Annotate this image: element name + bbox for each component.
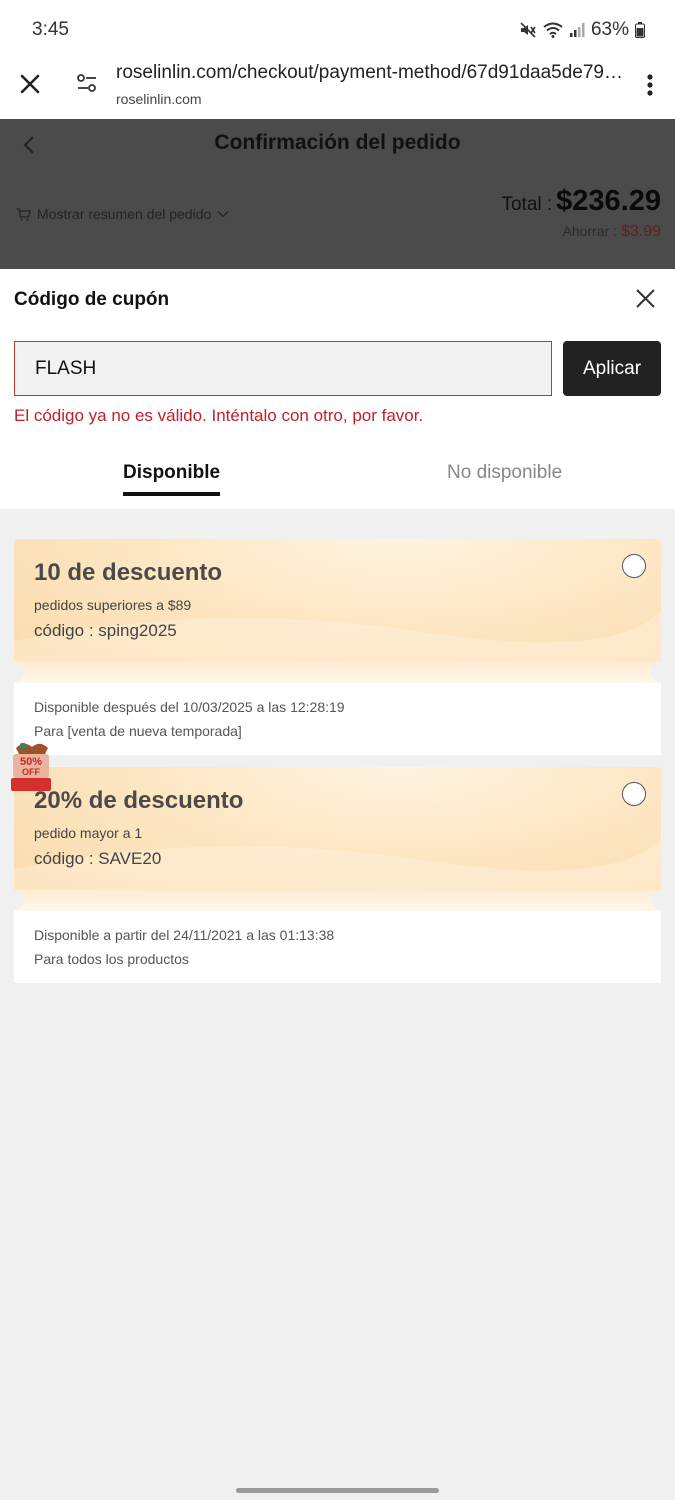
order-summary-label: Mostrar resumen del pedido — [37, 206, 212, 222]
coupon-select-radio[interactable] — [622, 554, 646, 578]
coupon-card-divider — [4, 889, 671, 911]
site-settings-icon[interactable] — [76, 72, 98, 94]
order-total: Total : $236.29 — [501, 185, 661, 218]
coupon-minimum: pedido mayor a 1 — [34, 825, 143, 841]
more-vert-icon[interactable] — [647, 74, 653, 96]
svg-text:OFF: OFF — [22, 767, 40, 777]
coupon-code: código : SAVE20 — [34, 849, 162, 868]
total-value: $236.29 — [556, 185, 661, 217]
tab-available[interactable]: Disponible — [123, 462, 221, 496]
order-savings: Ahorrar : $3.99 — [562, 223, 661, 241]
browser-url-bar: roselinlin.com/checkout/payment-method/6… — [0, 58, 675, 119]
save-label: Ahorrar : — [562, 223, 617, 239]
url-text[interactable]: roselinlin.com/checkout/payment-method/6… — [116, 62, 626, 84]
order-header: Confirmación del pedido Mostrar resumen … — [0, 119, 675, 269]
coupon-code-input[interactable] — [14, 341, 552, 396]
coupon-minimum: pedidos superiores a $89 — [34, 597, 192, 613]
coupon-card[interactable]: 20% de descuento pedido mayor a 1 código… — [4, 767, 671, 983]
coupon-panel-title: Código de cupón — [14, 289, 170, 310]
coupon-scope: Para todos los productos — [34, 951, 189, 967]
battery-percent: 63% — [590, 19, 629, 40]
apply-button[interactable]: Aplicar — [563, 341, 661, 396]
coupon-title: 10 de descuento — [34, 559, 223, 586]
coupon-code: código : sping2025 — [34, 621, 177, 640]
coupon-card-details: Disponible a partir del 24/11/2021 a las… — [14, 911, 661, 983]
close-icon[interactable] — [636, 289, 655, 308]
coupon-card-divider — [4, 661, 671, 683]
coupon-card-header: 10 de descuento pedidos superiores a $89… — [14, 539, 661, 661]
signal-icon — [569, 23, 585, 37]
promo-sale-badge-icon[interactable]: 50% OFF — [10, 740, 52, 792]
coupon-card-details: Disponible después del 10/03/2025 a las … — [14, 683, 661, 755]
close-tab-icon[interactable] — [18, 72, 42, 96]
coupon-title: 20% de descuento — [34, 787, 244, 814]
save-value: $3.99 — [620, 223, 661, 240]
page-title: Confirmación del pedido — [214, 131, 461, 154]
wifi-icon — [543, 22, 563, 38]
coupon-scope: Para [venta de nueva temporada] — [34, 723, 242, 739]
cart-icon — [16, 207, 31, 220]
coupon-error-message: El código ya no es válido. Inténtalo con… — [14, 406, 424, 425]
chevron-down-icon — [217, 211, 229, 218]
url-domain: roselinlin.com — [116, 91, 202, 107]
coupon-panel: Código de cupón Aplicar El código ya no … — [0, 269, 675, 509]
coupon-select-radio[interactable] — [622, 782, 646, 806]
tab-unavailable[interactable]: No disponible — [447, 462, 562, 484]
status-time: 3:45 — [32, 19, 69, 40]
coupon-card[interactable]: 10 de descuento pedidos superiores a $89… — [4, 539, 671, 755]
coupon-availability: Disponible después del 10/03/2025 a las … — [34, 699, 345, 715]
status-bar: 3:45 63% — [0, 0, 675, 58]
total-label: Total : — [501, 194, 553, 215]
coupon-availability: Disponible a partir del 24/11/2021 a las… — [34, 927, 335, 943]
mute-icon — [520, 22, 536, 38]
order-summary-toggle[interactable]: Mostrar resumen del pedido — [16, 206, 229, 222]
coupon-card-header: 20% de descuento pedido mayor a 1 código… — [14, 767, 661, 889]
home-indicator[interactable] — [236, 1488, 439, 1493]
status-icons: 63% — [519, 19, 645, 41]
battery-icon — [635, 22, 645, 38]
